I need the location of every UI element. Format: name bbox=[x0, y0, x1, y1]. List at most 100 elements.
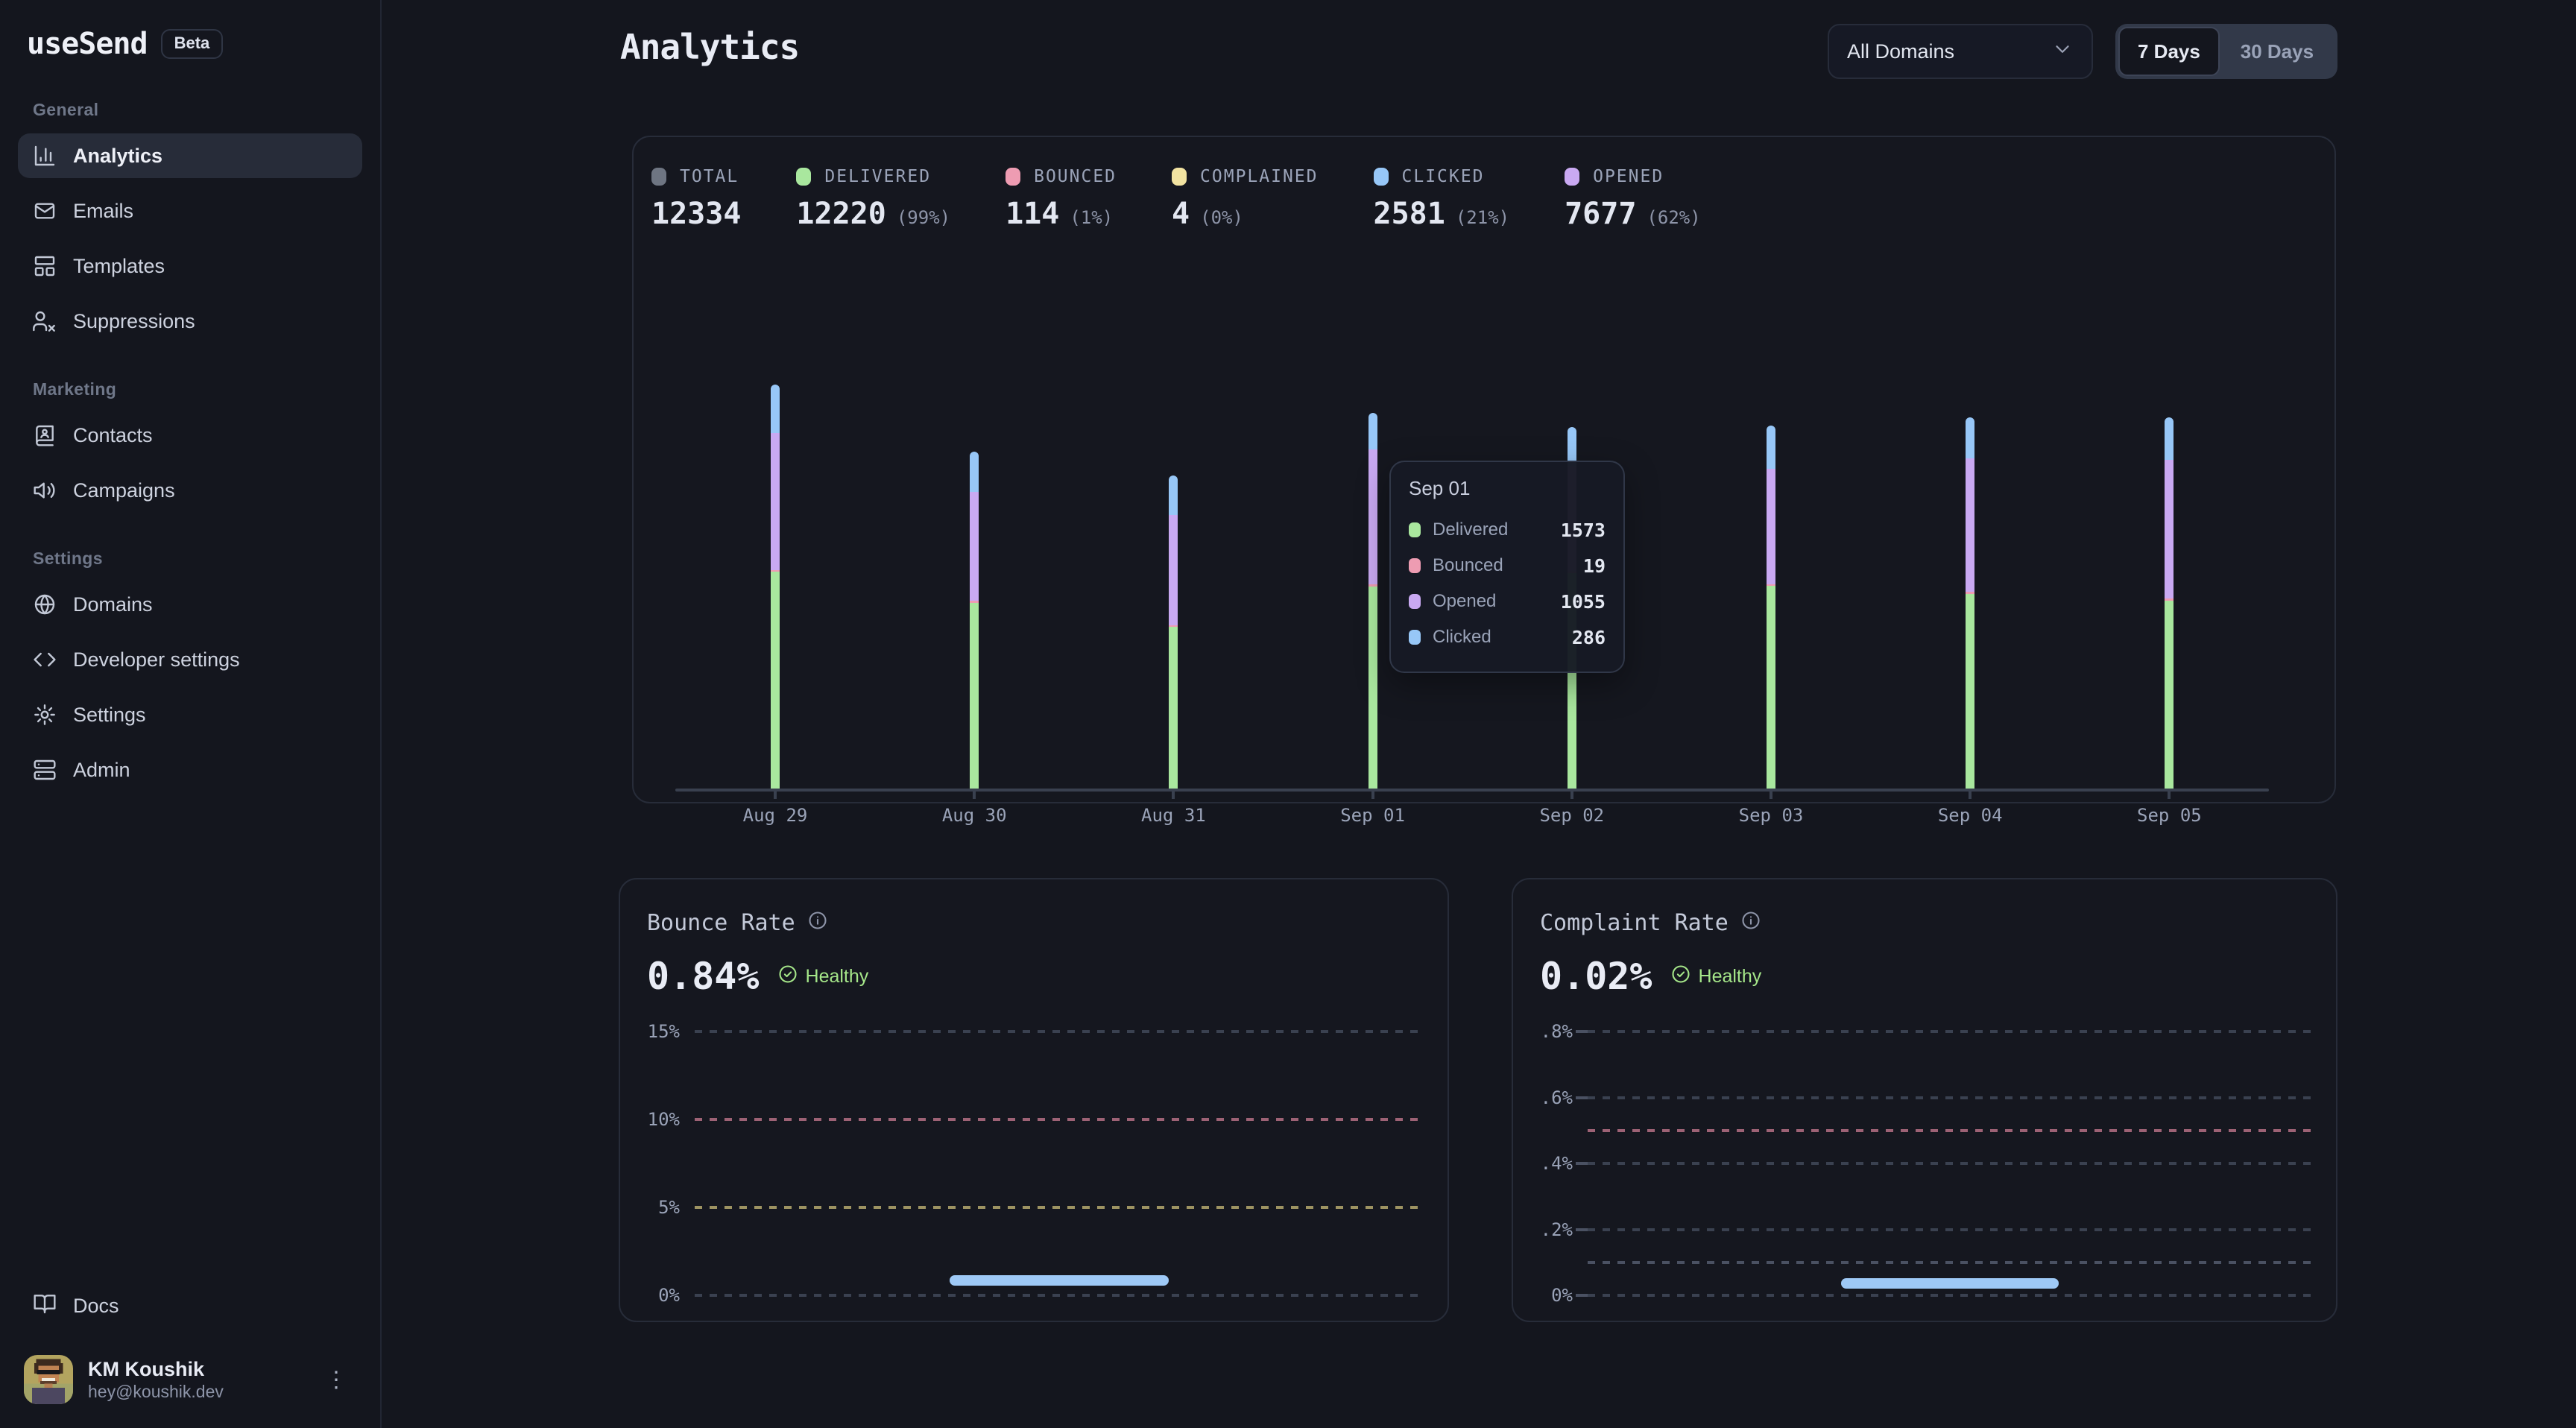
sidebar-item-templates[interactable]: Templates bbox=[18, 244, 362, 288]
bar-segment-opened bbox=[2165, 460, 2174, 598]
gridline bbox=[1588, 1228, 2312, 1231]
stat-percent: (1%) bbox=[1070, 207, 1113, 228]
range-7-days[interactable]: 7 Days bbox=[2118, 27, 2220, 76]
tooltip-title: Sep 01 bbox=[1409, 477, 1606, 500]
domain-filter-select[interactable]: All Domains bbox=[1828, 24, 2093, 79]
tooltip-row-opened: Opened1055 bbox=[1409, 584, 1606, 619]
bar-aug-31[interactable] bbox=[1169, 476, 1178, 789]
tooltip-series-label: Opened bbox=[1433, 591, 1549, 612]
bar-segment-opened bbox=[1966, 458, 1974, 593]
sidebar-item-label: Analytics bbox=[73, 145, 162, 168]
bar-segment-delivered bbox=[1169, 627, 1178, 789]
sidebar-item-developer-settings[interactable]: Developer settings bbox=[18, 637, 362, 682]
stat-opened: OPENED7677(62%) bbox=[1565, 167, 1701, 231]
x-axis-label: Sep 01 bbox=[1306, 805, 1440, 826]
x-axis-label: Aug 30 bbox=[907, 805, 1041, 826]
bar-aug-30[interactable] bbox=[970, 452, 979, 789]
sidebar-item-admin[interactable]: Admin bbox=[18, 748, 362, 792]
gridline bbox=[1588, 1294, 2312, 1297]
sidebar-item-domains[interactable]: Domains bbox=[18, 582, 362, 627]
complaint-rate-header: Complaint Rate bbox=[1513, 879, 2336, 937]
stat-value: 12334 bbox=[651, 197, 741, 231]
x-axis-tick bbox=[1770, 792, 1772, 799]
sidebar-item-label: Contacts bbox=[73, 424, 153, 447]
domain-filter-value: All Domains bbox=[1847, 40, 1954, 63]
x-axis-label: Sep 02 bbox=[1505, 805, 1639, 826]
bounce-rate-card: Bounce Rate 0.84% Healthy 15%10%5%0% bbox=[619, 878, 1449, 1322]
code-icon bbox=[33, 648, 57, 672]
check-circle-icon bbox=[777, 964, 798, 990]
check-circle-icon bbox=[1670, 964, 1691, 990]
sidebar-item-suppressions[interactable]: Suppressions bbox=[18, 299, 362, 344]
stat-color-swatch bbox=[1565, 168, 1579, 186]
stat-value: 7677 bbox=[1565, 197, 1636, 231]
stat-value: 2581 bbox=[1374, 197, 1445, 231]
user-menu[interactable]: KM Koushik hey@koushik.dev ⋮ bbox=[18, 1346, 362, 1407]
x-axis-label: Sep 05 bbox=[2102, 805, 2236, 826]
complaint-rate-title: Complaint Rate bbox=[1540, 910, 1729, 936]
sidebar-footer: Docs bbox=[18, 1283, 362, 1407]
sidebar-item-analytics[interactable]: Analytics bbox=[18, 133, 362, 178]
bar-sep-05[interactable] bbox=[2165, 417, 2174, 789]
bar-sep-01[interactable] bbox=[1368, 413, 1377, 789]
sidebar-item-label: Settings bbox=[73, 704, 146, 727]
bar-segment-delivered bbox=[1966, 594, 1974, 789]
sidebar-item-label: Suppressions bbox=[73, 310, 195, 333]
tooltip-row-delivered: Delivered1573 bbox=[1409, 512, 1606, 548]
y-axis-label: 15% bbox=[629, 1021, 680, 1042]
bar-segment-opened bbox=[970, 492, 979, 601]
x-axis-label: Sep 03 bbox=[1704, 805, 1838, 826]
x-axis-label: Aug 31 bbox=[1106, 805, 1240, 826]
sidebar-nav: GeneralAnalyticsEmailsTemplatesSuppressi… bbox=[18, 64, 362, 803]
gridline bbox=[1588, 1129, 2312, 1132]
bounce-health-label: Healthy bbox=[806, 966, 869, 988]
bar-sep-03[interactable] bbox=[1767, 426, 1775, 789]
kebab-menu-icon[interactable]: ⋮ bbox=[316, 1361, 356, 1399]
avatar-pixel-art bbox=[24, 1355, 73, 1404]
complaint-health-badge: Healthy bbox=[1670, 964, 1762, 990]
tooltip-series-label: Bounced bbox=[1433, 555, 1571, 576]
bar-segment-delivered bbox=[1368, 587, 1377, 789]
check-circle-icon bbox=[777, 964, 798, 985]
tooltip-series-label: Clicked bbox=[1433, 627, 1560, 648]
app-logo-row: useSend Beta bbox=[18, 21, 362, 64]
sidebar-item-label: Developer settings bbox=[73, 648, 240, 672]
stat-total: TOTAL12334 bbox=[651, 167, 741, 231]
stat-label: COMPLAINED bbox=[1200, 167, 1318, 186]
info-icon[interactable] bbox=[1740, 909, 1761, 937]
stat-value: 12220 bbox=[796, 197, 886, 231]
bar-segment-clicked bbox=[771, 385, 780, 433]
sidebar-item-emails[interactable]: Emails bbox=[18, 189, 362, 233]
gridline bbox=[695, 1118, 1424, 1121]
info-icon[interactable] bbox=[807, 909, 828, 937]
megaphone-icon bbox=[33, 478, 57, 502]
x-axis-tick bbox=[1969, 792, 1972, 799]
book-user-icon bbox=[33, 423, 57, 447]
tooltip-color-swatch bbox=[1409, 594, 1421, 609]
app-logo: useSend bbox=[27, 27, 148, 61]
sidebar-item-label: Campaigns bbox=[73, 479, 175, 502]
stat-percent: (99%) bbox=[897, 207, 950, 228]
bar-aug-29[interactable] bbox=[771, 385, 780, 789]
y-axis-label: 0% bbox=[1522, 1285, 1573, 1306]
book-open-icon bbox=[33, 1292, 57, 1315]
sidebar-item-docs[interactable]: Docs bbox=[18, 1283, 362, 1328]
stat-label: DELIVERED bbox=[824, 167, 931, 186]
sidebar-item-contacts[interactable]: Contacts bbox=[18, 413, 362, 458]
y-axis-label: .4% bbox=[1522, 1153, 1573, 1174]
page-title: Analytics bbox=[620, 27, 799, 67]
stat-label: CLICKED bbox=[1402, 167, 1485, 186]
stat-value: 4 bbox=[1172, 197, 1190, 231]
sidebar-item-campaigns[interactable]: Campaigns bbox=[18, 468, 362, 513]
range-30-days[interactable]: 30 Days bbox=[2220, 27, 2334, 76]
rate-line-series bbox=[1841, 1278, 2059, 1289]
stat-color-swatch bbox=[796, 168, 811, 186]
sidebar-item-label: Templates bbox=[73, 255, 165, 278]
sidebar-item-settings[interactable]: Settings bbox=[18, 692, 362, 737]
bar-segment-opened bbox=[1169, 515, 1178, 625]
bar-sep-04[interactable] bbox=[1966, 417, 1974, 789]
gridline bbox=[695, 1030, 1424, 1033]
complaint-health-label: Healthy bbox=[1699, 966, 1762, 988]
chevron-down-icon bbox=[2051, 38, 2074, 60]
y-axis-label: 0% bbox=[629, 1285, 680, 1306]
